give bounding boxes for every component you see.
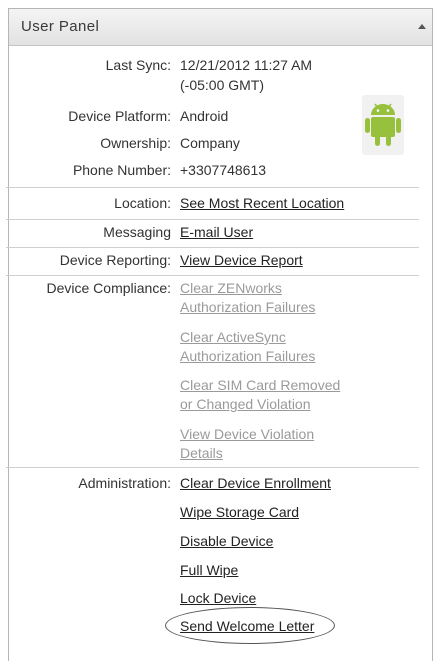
collapse-arrow-icon[interactable] — [418, 24, 426, 29]
last-sync-label: Last Sync: — [105, 57, 171, 73]
administration-label: Administration: — [78, 475, 171, 491]
last-sync-timezone: (-05:00 GMT) — [180, 77, 265, 93]
link-line: Authorization Failures — [180, 348, 316, 364]
device-platform-value: Android — [180, 108, 229, 124]
divider — [6, 467, 419, 468]
device-platform-label: Device Platform: — [68, 108, 171, 124]
link-line: Details — [180, 445, 223, 461]
view-device-violation-details-link[interactable]: View Device Violation Details — [180, 425, 314, 463]
email-user-link[interactable]: E-mail User — [180, 223, 253, 242]
link-line: View Device Violation — [180, 426, 315, 442]
divider — [6, 187, 419, 188]
android-robot-icon — [362, 95, 404, 155]
clear-activesync-authorization-failures-link[interactable]: Clear ActiveSync Authorization Failures — [180, 328, 315, 366]
ownership-label: Ownership: — [100, 135, 171, 151]
highlight-oval — [165, 607, 335, 644]
clear-sim-card-removed-violation-link[interactable]: Clear SIM Card Removed or Changed Violat… — [180, 376, 340, 414]
lock-device-link[interactable]: Lock Device — [180, 589, 256, 608]
panel-header[interactable]: User Panel — [9, 9, 432, 46]
view-device-report-link[interactable]: View Device Report — [180, 251, 303, 270]
location-label: Location: — [114, 195, 171, 211]
panel-title: User Panel — [21, 18, 100, 35]
full-wipe-link[interactable]: Full Wipe — [180, 561, 238, 580]
phone-number-label: Phone Number: — [72, 162, 171, 178]
ownership-value: Company — [180, 135, 240, 151]
divider — [6, 275, 419, 276]
see-most-recent-location-link[interactable]: See Most Recent Location — [180, 194, 344, 213]
wipe-storage-card-link[interactable]: Wipe Storage Card — [180, 503, 299, 522]
device-reporting-label: Device Reporting: — [59, 252, 171, 268]
clear-zenworks-authorization-failures-link[interactable]: Clear ZENworks Authorization Failures — [180, 279, 315, 317]
device-compliance-label: Device Compliance: — [46, 280, 172, 296]
last-sync-value: 12/21/2012 11:27 AM — [180, 57, 313, 73]
divider — [6, 219, 419, 220]
disable-device-link[interactable]: Disable Device — [180, 532, 273, 551]
link-line: Clear SIM Card Removed — [180, 377, 341, 393]
phone-number-value: +3307748613 — [180, 162, 267, 178]
divider — [6, 247, 419, 248]
clear-device-enrollment-link[interactable]: Clear Device Enrollment — [180, 474, 331, 493]
link-line: or Changed Violation — [180, 396, 311, 412]
link-line: Clear ActiveSync — [180, 329, 286, 345]
link-line: Clear ZENworks — [180, 280, 282, 296]
link-line: Authorization Failures — [180, 299, 316, 315]
messaging-label: Messaging — [103, 224, 171, 240]
